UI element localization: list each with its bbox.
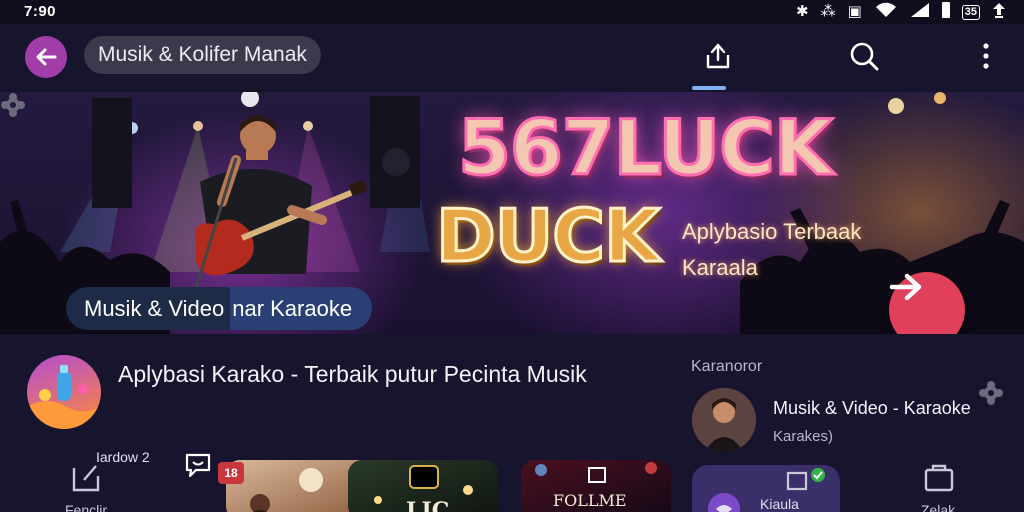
nav-label: Fenclir xyxy=(64,502,107,512)
nfc-icon: ▣ xyxy=(847,3,862,20)
status-time: 7:90 xyxy=(24,3,57,20)
nav-item-fenclir[interactable]: Fenclir xyxy=(46,462,126,512)
badge: 18 xyxy=(218,462,244,484)
search-button[interactable] xyxy=(846,38,882,74)
video-thumbnail-2[interactable]: LIC xyxy=(348,460,498,512)
wifi-icon xyxy=(874,2,898,23)
more-vert-icon xyxy=(983,43,989,69)
nav-label-mid: Kiaula xyxy=(760,496,799,512)
status-icons: ✱ ⁂ ▣ 35 xyxy=(795,1,1006,23)
thumb2-text: LIC xyxy=(406,498,449,512)
hero-title-line1: 567LUCK xyxy=(457,103,835,192)
back-button[interactable] xyxy=(25,36,67,78)
app-title: Aplybasi Karako - Terbaik putur Pecinta … xyxy=(118,361,587,387)
bluetooth-icon: ✱ xyxy=(795,3,809,20)
page-title[interactable]: Musik & Kolifer Manak xyxy=(84,36,321,74)
search-icon xyxy=(850,42,879,71)
nav-item-zelak[interactable]: Zelak xyxy=(898,462,978,512)
side-subtitle: Karakes) xyxy=(773,428,834,445)
gear-icon[interactable] xyxy=(0,92,26,118)
more-options-button[interactable] xyxy=(968,38,1004,74)
sim-icon xyxy=(941,1,950,23)
vibrate-icon: ⁂ xyxy=(820,3,836,20)
hero-subtitle: Aplybasio Terbaak Karaala xyxy=(682,214,861,286)
share-button[interactable] xyxy=(700,38,736,74)
active-tab-indicator xyxy=(692,86,726,90)
gear-icon[interactable] xyxy=(978,380,1004,406)
app-logo[interactable] xyxy=(27,355,101,429)
side-label: Karanoror xyxy=(691,358,763,375)
status-bar: 7:90 ✱ ⁂ ▣ 35 xyxy=(0,0,1024,24)
hero-category-chip[interactable]: Musik & Video nar Karaoke xyxy=(66,287,373,330)
hero-subtitle-line2: Karaala xyxy=(682,255,758,280)
hero-banner[interactable]: 567LUCK DUCK Aplybasio Terbaak Karaala M… xyxy=(0,92,1024,334)
arrow-right-icon xyxy=(889,273,922,301)
side-title: Musik & Video - Karaoke xyxy=(773,398,971,418)
chip-right-label: nar Karaoke xyxy=(230,287,373,330)
data-saver-icon xyxy=(992,2,1006,23)
edit-icon xyxy=(72,465,100,492)
battery-icon: 35 xyxy=(961,4,980,20)
video-thumbnail-3[interactable]: FOLLME xyxy=(521,460,671,512)
chip-left-label: Musik & Video xyxy=(66,287,231,330)
thumb3-text: FOLLME xyxy=(553,491,627,510)
signal-icon xyxy=(910,2,930,23)
hero-title-line2: DUCK xyxy=(435,194,662,278)
hero-subtitle-line1: Aplybasio Terbaak xyxy=(682,219,862,244)
top-app-bar: Musik & Kolifer Manak xyxy=(0,24,1024,90)
chat-icon[interactable] xyxy=(184,452,212,478)
avatar[interactable] xyxy=(692,388,756,452)
back-arrow-icon xyxy=(36,48,57,66)
briefcase-icon xyxy=(924,464,954,492)
nav-label: Zelak xyxy=(920,502,956,512)
share-icon xyxy=(706,43,730,69)
